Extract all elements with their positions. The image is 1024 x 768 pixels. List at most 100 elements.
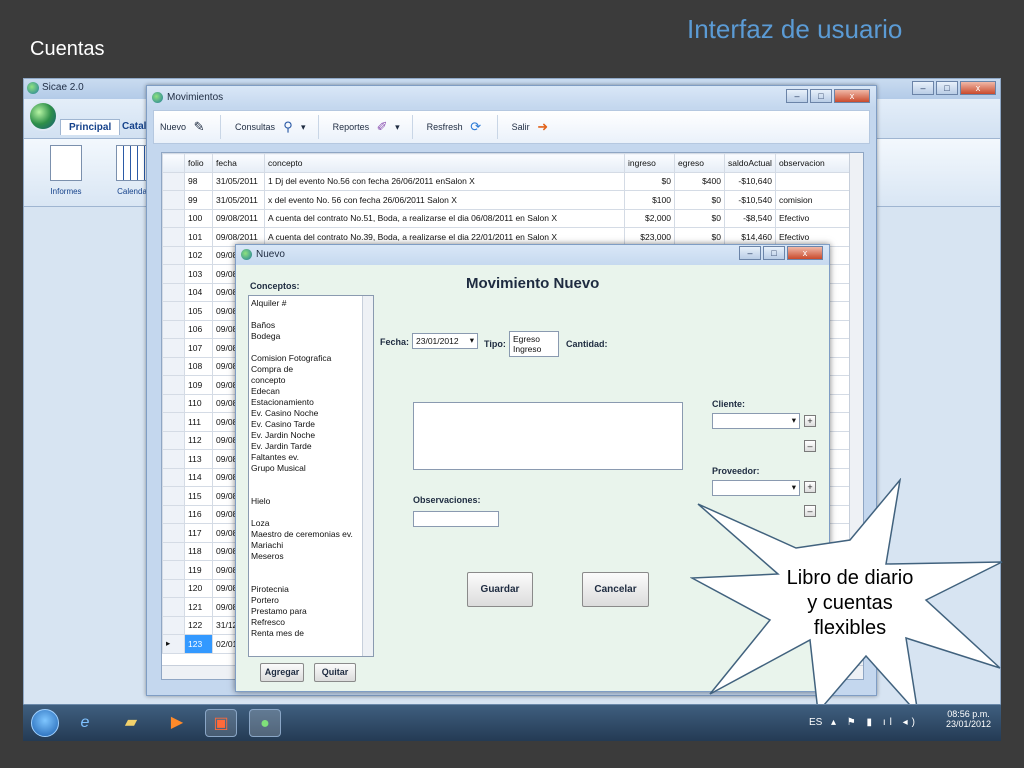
- refresh-button[interactable]: Resfresh ⟳: [413, 115, 498, 139]
- concepto-item[interactable]: concepto: [251, 375, 373, 386]
- clock[interactable]: 08:56 p.m. 23/01/2012: [946, 709, 991, 729]
- cell-folio[interactable]: 107: [184, 338, 213, 358]
- maximize-button[interactable]: □: [936, 81, 958, 95]
- concepto-item[interactable]: [251, 309, 373, 320]
- tray-icons[interactable]: ▴ ⚑ ▮ ıl ◂): [831, 717, 919, 728]
- internet-explorer-icon[interactable]: e: [69, 709, 101, 737]
- guardar-button[interactable]: Guardar: [467, 572, 533, 607]
- row-header[interactable]: [162, 264, 185, 284]
- folder-icon[interactable]: ▰: [115, 709, 147, 737]
- fecha-picker[interactable]: 23/01/2012 ▾: [412, 333, 478, 349]
- concepto-item[interactable]: Ev. Casino Noche: [251, 408, 373, 419]
- concepto-item[interactable]: Grupo Musical: [251, 463, 373, 474]
- cell-folio[interactable]: 99: [184, 190, 213, 210]
- concepto-item[interactable]: [251, 485, 373, 496]
- reportes-button[interactable]: Reportes ✐ ▾: [319, 115, 413, 139]
- concepto-item[interactable]: Refresco: [251, 617, 373, 628]
- cell-saldo[interactable]: -$10,640: [724, 171, 776, 191]
- row-header[interactable]: [162, 486, 185, 506]
- row-header[interactable]: [162, 393, 185, 413]
- cell-folio[interactable]: 102: [184, 245, 213, 265]
- concepto-item[interactable]: Renta mes de: [251, 628, 373, 639]
- cell-ingreso[interactable]: $100: [624, 190, 675, 210]
- cell-folio[interactable]: 122: [184, 615, 213, 635]
- row-header[interactable]: [162, 449, 185, 469]
- cell-concepto[interactable]: 1 Dj del evento No.56 con fecha 26/06/20…: [264, 171, 625, 191]
- maximize-button[interactable]: □: [810, 89, 832, 103]
- cell-folio[interactable]: 118: [184, 541, 213, 561]
- cell-egreso[interactable]: $0: [674, 190, 725, 210]
- quitar-button[interactable]: Quitar: [314, 663, 356, 682]
- col-observacion[interactable]: observacion: [774, 153, 854, 173]
- agregar-button[interactable]: Agregar: [260, 663, 304, 682]
- cell-obs[interactable]: Efectivo: [774, 208, 854, 228]
- cell-folio[interactable]: 115: [184, 486, 213, 506]
- row-header[interactable]: [162, 504, 185, 524]
- close-button[interactable]: x: [834, 89, 870, 103]
- row-header[interactable]: [162, 560, 185, 580]
- col-folio[interactable]: folio: [184, 153, 213, 173]
- add-cliente-button[interactable]: +: [804, 415, 816, 427]
- cell-folio[interactable]: 103: [184, 264, 213, 284]
- concepto-item[interactable]: Mariachi: [251, 540, 373, 551]
- tipo-option-egreso[interactable]: Egreso: [513, 334, 555, 344]
- concepto-item[interactable]: Ev. Jardin Tarde: [251, 441, 373, 452]
- row-header[interactable]: [162, 208, 185, 228]
- cell-egreso[interactable]: $400: [674, 171, 725, 191]
- table-row[interactable]: 100 09/08/2011 A cuenta del contrato No.51…: [162, 208, 854, 228]
- cell-obs[interactable]: [774, 171, 854, 191]
- row-header[interactable]: [162, 319, 185, 339]
- concepto-item[interactable]: Maestro de ceremonias ev.: [251, 529, 373, 540]
- cell-folio[interactable]: 101: [184, 227, 213, 247]
- consultas-button[interactable]: Consultas ⚲ ▾: [221, 115, 319, 139]
- col-saldo[interactable]: saldoActual: [724, 153, 776, 173]
- cell-folio[interactable]: 100: [184, 208, 213, 228]
- cell-folio[interactable]: 123: [184, 634, 213, 654]
- concepto-item[interactable]: Estacionamiento: [251, 397, 373, 408]
- cell-concepto[interactable]: A cuenta del contrato No.51, Boda, a rea…: [264, 208, 625, 228]
- sicae-taskbar-icon[interactable]: ●: [249, 709, 281, 737]
- cell-folio[interactable]: 121: [184, 597, 213, 617]
- row-header[interactable]: [162, 171, 185, 191]
- concepto-item[interactable]: Meseros: [251, 551, 373, 562]
- conceptos-listbox[interactable]: Alquiler # Baños Bodega Comision Fotografic…: [248, 295, 374, 657]
- row-header[interactable]: ▸: [162, 634, 185, 654]
- concepto-item[interactable]: [251, 507, 373, 518]
- tab-principal[interactable]: Principal: [60, 119, 121, 135]
- cell-ingreso[interactable]: $0: [624, 171, 675, 191]
- col-egreso[interactable]: egreso: [674, 153, 725, 173]
- cell-saldo[interactable]: -$8,540: [724, 208, 776, 228]
- table-row[interactable]: 98 31/05/2011 1 Dj del evento No.56 con fe…: [162, 171, 854, 191]
- remove-cliente-button[interactable]: –: [804, 440, 816, 452]
- nuevo-button[interactable]: Nuevo ✎: [154, 115, 222, 139]
- row-header[interactable]: [162, 282, 185, 302]
- concepto-item[interactable]: Ev. Casino Tarde: [251, 419, 373, 430]
- concepto-item[interactable]: Hielo: [251, 496, 373, 507]
- concepto-item[interactable]: [251, 573, 373, 584]
- start-button[interactable]: [31, 709, 59, 737]
- maximize-button[interactable]: □: [763, 246, 785, 260]
- cantidad-textarea[interactable]: [413, 402, 683, 470]
- language-indicator[interactable]: ES: [809, 717, 822, 728]
- tipo-listbox[interactable]: Egreso Ingreso: [509, 331, 559, 357]
- cell-egreso[interactable]: $0: [674, 208, 725, 228]
- cell-fecha[interactable]: 09/08/2011: [212, 208, 265, 228]
- row-header[interactable]: [162, 375, 185, 395]
- row-header[interactable]: [162, 430, 185, 450]
- concepto-item[interactable]: Loza: [251, 518, 373, 529]
- salir-button[interactable]: Salir ➜: [498, 115, 564, 139]
- col-ingreso[interactable]: ingreso: [624, 153, 675, 173]
- row-header[interactable]: [162, 227, 185, 247]
- row-header[interactable]: [162, 523, 185, 543]
- row-header[interactable]: [162, 467, 185, 487]
- cancelar-button[interactable]: Cancelar: [582, 572, 649, 607]
- cell-concepto[interactable]: x del evento No. 56 con fecha 26/06/2011…: [264, 190, 625, 210]
- concepto-item[interactable]: Edecan: [251, 386, 373, 397]
- concepto-item[interactable]: Compra de: [251, 364, 373, 375]
- concepto-item[interactable]: Bodega: [251, 331, 373, 342]
- concepto-item[interactable]: Pirotecnia: [251, 584, 373, 595]
- close-button[interactable]: x: [960, 81, 996, 95]
- minimize-button[interactable]: –: [912, 81, 934, 95]
- minimize-button[interactable]: –: [786, 89, 808, 103]
- table-row[interactable]: 99 31/05/2011 x del evento No. 56 con fech…: [162, 190, 854, 210]
